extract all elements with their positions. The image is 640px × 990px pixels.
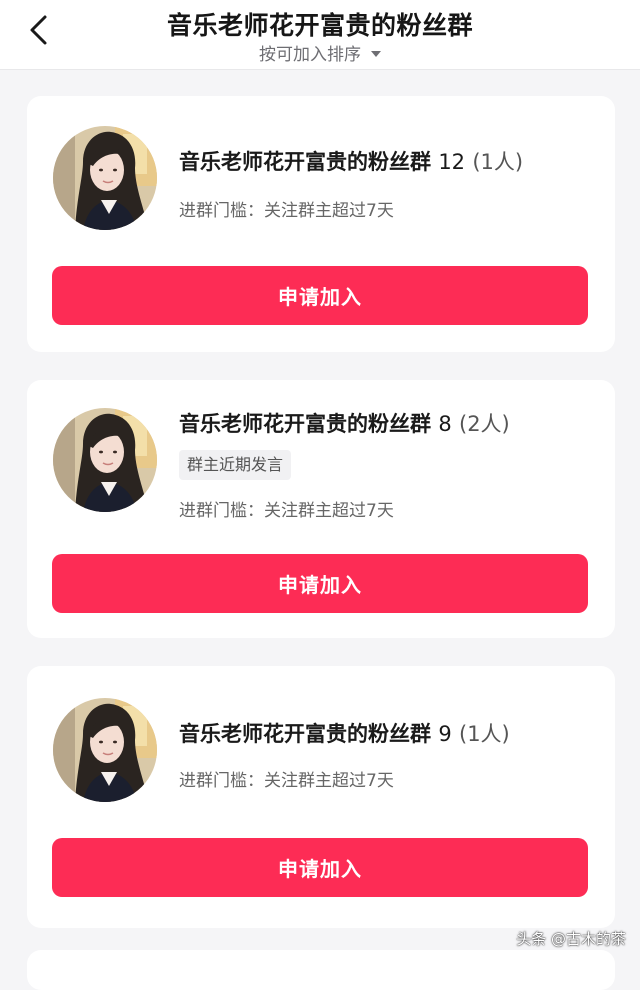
watermark: 头条 @古木的茶 [516,930,626,948]
owner-recently-active-badge: 群主近期发言 [179,450,292,480]
group-number: 12 [438,150,466,174]
join-threshold: 进群门槛：关注群主超过7天 [179,501,394,521]
join-threshold: 进群门槛：关注群主超过7天 [179,201,394,221]
group-name: 音乐老师花开富贵的粉丝群 12 (1人) [179,146,523,176]
sort-label: 按可加入排序 [259,45,361,65]
avatar[interactable] [53,126,157,230]
group-card: 音乐老师花开富贵的粉丝群 12 (1人) 进群门槛：关注群主超过7天 申请加入 [27,96,615,352]
page-title: 音乐老师花开富贵的粉丝群 [166,11,473,40]
avatar[interactable] [53,698,157,802]
member-count: (2人) [459,412,510,436]
top-bar: 音乐老师花开富贵的粉丝群 按可加入排序 [0,0,640,70]
group-name-text: 音乐老师花开富贵的粉丝群 [179,722,431,746]
group-name: 音乐老师花开富贵的粉丝群 9 (1人) [179,718,510,748]
group-name: 音乐老师花开富贵的粉丝群 8 (2人) [179,408,510,438]
sort-dropdown[interactable]: 按可加入排序 [0,40,640,65]
apply-join-button[interactable]: 申请加入 [52,838,588,897]
apply-join-button[interactable]: 申请加入 [52,266,588,325]
group-card: 音乐老师花开富贵的粉丝群 9 (1人) 进群门槛：关注群主超过7天 申请加入 [27,666,615,928]
group-name-text: 音乐老师花开富贵的粉丝群 [179,412,431,436]
group-card: 音乐老师花开富贵的粉丝群 8 (2人) 群主近期发言 进群门槛：关注群主超过7天… [27,380,615,638]
group-name-text: 音乐老师花开富贵的粉丝群 [179,150,431,174]
member-count: (1人) [459,722,510,746]
group-card-partial [27,950,615,990]
join-threshold: 进群门槛：关注群主超过7天 [179,771,394,791]
apply-join-button[interactable]: 申请加入 [52,554,588,613]
caret-down-icon [371,50,381,57]
group-number: 8 [438,412,452,436]
avatar[interactable] [53,408,157,512]
group-number: 9 [438,722,452,746]
member-count: (1人) [472,150,524,174]
